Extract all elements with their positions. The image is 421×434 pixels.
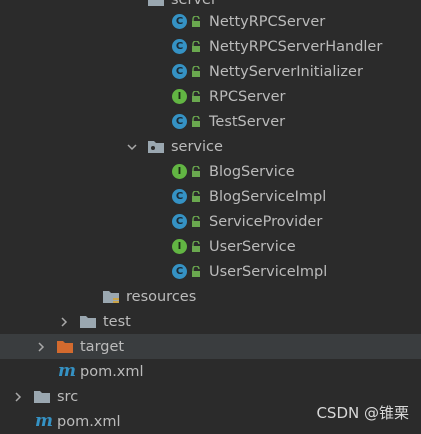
tree-label: BlogService [209, 163, 295, 180]
excluded-folder-icon [57, 340, 73, 353]
java-class-icon: C [172, 264, 187, 279]
watermark-text: CSDN @锥栗 [316, 404, 409, 422]
java-class-icon: C [172, 189, 187, 204]
lock-icon [191, 65, 201, 78]
tree-row-class[interactable]: C BlogServiceImpl [0, 184, 421, 209]
chevron-right-icon[interactable] [58, 316, 70, 328]
tree-row-class[interactable]: C NettyRPCServer [0, 9, 421, 34]
tree-label: service [171, 138, 223, 155]
lock-icon [191, 215, 201, 228]
tree-label: pom.xml [57, 413, 121, 430]
tree-row-service-folder[interactable]: service [0, 134, 421, 159]
java-class-icon: C [172, 214, 187, 229]
tree-label: NettyRPCServerHandler [209, 38, 383, 55]
tree-label: BlogServiceImpl [209, 188, 327, 205]
chevron-right-icon[interactable] [35, 341, 47, 353]
tree-label: RPCServer [209, 88, 286, 105]
maven-icon: m [35, 411, 53, 431]
lock-icon [191, 190, 201, 203]
lock-icon [191, 115, 201, 128]
tree-row-target-folder[interactable]: target [0, 334, 421, 359]
maven-icon: m [58, 361, 76, 381]
watermark: CSDN @锥栗 [316, 402, 409, 423]
tree-row-interface[interactable]: I RPCServer [0, 84, 421, 109]
tree-row-interface[interactable]: I UserService [0, 234, 421, 259]
tree-row-class[interactable]: C UserServiceImpl [0, 259, 421, 284]
tree-row-interface[interactable]: I BlogService [0, 159, 421, 184]
java-class-icon: C [172, 14, 187, 29]
tree-label: test [103, 313, 131, 330]
tree-row-class[interactable]: C NettyServerInitializer [0, 59, 421, 84]
tree-row-class[interactable]: C ServiceProvider [0, 209, 421, 234]
tree-row-pom-file[interactable]: m pom.xml [0, 359, 421, 384]
tree-row-resources-folder[interactable]: resources [0, 284, 421, 309]
tree-label: resources [126, 288, 197, 305]
tree-label: UserService [209, 238, 296, 255]
tree-label: src [57, 388, 79, 405]
tree-row-class[interactable]: C NettyRPCServerHandler [0, 34, 421, 59]
package-folder-icon [148, 0, 164, 6]
tree-label: server [171, 0, 217, 8]
lock-icon [191, 15, 201, 28]
package-folder-icon [148, 140, 164, 153]
tree-label: TestServer [209, 113, 286, 130]
tree-label: ServiceProvider [209, 213, 323, 230]
java-class-icon: C [172, 114, 187, 129]
chevron-right-icon[interactable] [12, 391, 24, 403]
java-interface-icon: I [172, 89, 187, 104]
java-class-icon: C [172, 39, 187, 54]
lock-icon [191, 265, 201, 278]
lock-icon [191, 165, 201, 178]
tree-label: NettyServerInitializer [209, 63, 363, 80]
tree-row-test-folder[interactable]: test [0, 309, 421, 334]
tree-label: UserServiceImpl [209, 263, 328, 280]
lock-icon [191, 40, 201, 53]
resources-folder-icon [103, 290, 119, 303]
tree-row-class[interactable]: C TestServer [0, 109, 421, 134]
lock-icon [191, 240, 201, 253]
chevron-down-icon[interactable] [126, 141, 138, 153]
java-interface-icon: I [172, 239, 187, 254]
tree-label: NettyRPCServer [209, 13, 326, 30]
folder-icon [34, 390, 50, 403]
java-class-icon: C [172, 64, 187, 79]
tree-label: target [80, 338, 125, 355]
java-interface-icon: I [172, 164, 187, 179]
tree-label: pom.xml [80, 363, 144, 380]
folder-icon [80, 315, 96, 328]
lock-icon [191, 90, 201, 103]
